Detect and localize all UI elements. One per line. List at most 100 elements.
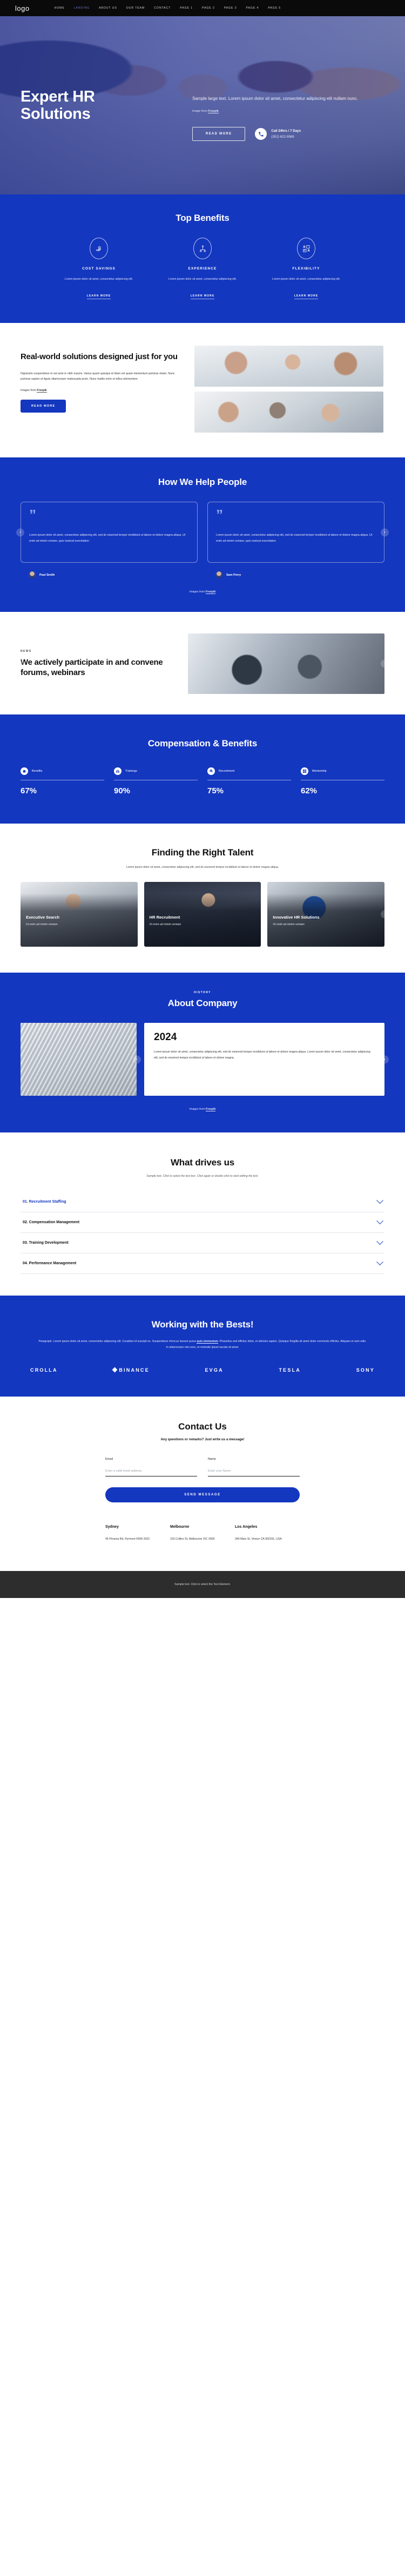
benefits-row: COST SAVINGS Lorem ipsum dolor sit amet,… [21,238,384,299]
talent-card[interactable]: HR Recruitment Ut enim ad minim veniam [144,882,261,947]
stat-value: 67% [21,786,37,795]
real-world-credit-link[interactable]: Freepik [37,388,47,393]
benefit-card-flexibility: FLEXIBILITY Lorem ipsum dolor sit amet, … [266,238,347,299]
testimonials-title: How We Help People [158,476,247,487]
what-drives-us-section: What drives us Sample text. Click to sel… [0,1132,405,1296]
testimonials-prev-button[interactable]: ‹ [16,528,24,537]
accordion-item-performance-management[interactable]: 04. Performance Management [21,1253,384,1274]
testimonials-credit: Images from Freepik [21,590,384,595]
benefit-card-cost-savings: COST SAVINGS Lorem ipsum dolor sit amet,… [58,238,139,299]
stat-label: Recruitment [219,770,235,773]
testimonial-quote: Lorem ipsum dolor sit amet, consectetur … [216,533,373,543]
nav-link-home[interactable]: HOME [55,6,65,10]
forums-next-button[interactable]: › [381,659,389,668]
talent-card-shade [144,882,261,947]
talent-section: Finding the Right Talent Lorem ipsum dol… [0,823,405,973]
nav-link-page-1[interactable]: PAGE 1 [180,6,193,10]
site-logo[interactable]: logo [15,4,30,12]
real-world-credit: Images from Freepik [21,388,183,393]
testimonial-authors: Paul Smith Sam Perry [21,571,384,579]
accordion-item-recruitment-staffing[interactable]: 01. Recruitment Staffing [21,1192,384,1213]
accordion-item-compensation-management[interactable]: 02. Compensation Management [21,1212,384,1233]
group-icon [114,767,122,776]
talent-card-title: Executive Search [26,915,60,920]
benefit-learn-more-link[interactable]: LEARN MORE [86,294,111,299]
accordion-subtitle: Sample text. Click to select the text bo… [146,1175,259,1178]
stat-label: Mentorship [312,770,327,773]
nav-link-page-5[interactable]: PAGE 5 [268,6,281,10]
nav-link-page-4[interactable]: PAGE 4 [246,6,259,10]
search-person-icon [207,767,215,776]
forums-photo [188,633,384,694]
hero-call-box[interactable]: Call 24hrs / 7 Days (352) 622-9969 [255,128,301,140]
hero-read-more-button[interactable]: READ MORE [192,127,246,141]
talent-card[interactable]: Innovative HR Solutions Ut enim ad minim… [267,882,385,947]
office-city: Sydney [105,1525,119,1529]
real-world-read-more-button[interactable]: READ MORE [21,399,66,413]
brands-paragraph-link[interactable]: quis elementum [197,1340,218,1344]
hero-credit-link[interactable]: Freepik [208,110,219,114]
accordion-item-label: 03. Training Development [23,1241,69,1245]
brand-logo-sony: SONY [356,1367,375,1373]
footer: Sample text. Click to select the Text El… [0,1571,405,1599]
accordion-item-training-development[interactable]: 03. Training Development [21,1233,384,1254]
hero-right-column: Sample large text. Lorem ipsum dolor sit… [192,88,370,141]
real-world-title: Real-world solutions designed just for y… [21,352,178,361]
nav-link-our-team[interactable]: OUR TEAM [126,6,145,10]
nav-link-page-2[interactable]: PAGE 2 [202,6,215,10]
real-world-credit-prefix: Images from [21,388,37,392]
nav-link-contact[interactable]: CONTACT [154,6,171,10]
about-prev-button[interactable]: ‹ [133,1055,141,1064]
hero-credit-prefix: Image from [192,110,208,113]
office-city: Melbourne [170,1525,190,1529]
benefit-title: FLEXIBILITY [292,267,320,271]
name-label: Name [208,1457,216,1461]
nav-link-about-us[interactable]: ABOUT US [99,6,117,10]
about-next-button[interactable]: › [381,1055,389,1064]
about-credit: Images from Freepik [21,1108,384,1112]
about-title: About Company [167,998,238,1009]
contact-subtitle: Any questions or remarks? Just write us … [160,1437,245,1441]
benefit-desc: Lorem ipsum dolor sit amet, consectetur … [64,278,133,281]
stat-mentorship: Mentorship 62% [301,767,384,795]
testimonial-card: ” Lorem ipsum dolor sit amet, consectetu… [21,501,198,563]
top-navigation-bar: logo HOME LANDING ABOUT US OUR TEAM CONT… [0,0,405,16]
testimonial-cards: ‹ ” Lorem ipsum dolor sit amet, consecte… [16,501,389,563]
hero-title-line-2: Solutions [21,105,91,123]
benefit-title: EXPERIENCE [188,267,217,271]
talent-card[interactable]: Executive Search Ut enim ad minim veniam [21,882,138,947]
phone-icon [255,128,267,140]
talent-next-button[interactable]: › [381,910,389,919]
hero-title: Expert HR Solutions [21,88,183,123]
about-eyebrow: HISTORY [194,991,211,995]
about-credit-link[interactable]: Freepik [205,1108,216,1112]
testimonial-quote: Lorem ipsum dolor sit amet, consectetur … [29,533,186,543]
nav-link-page-3[interactable]: PAGE 3 [224,6,237,10]
benefit-learn-more-link[interactable]: LEARN MORE [294,294,319,299]
chevron-down-icon [376,1238,383,1245]
send-message-button[interactable]: SEND MESSAGE [105,1487,300,1502]
footer-text: Sample text. Click to select the Text El… [174,1583,231,1587]
office-city: Los Angeles [235,1525,258,1529]
hero-content: Expert HR Solutions Sample large text. L… [0,16,405,194]
talent-card-title: Innovative HR Solutions [273,915,320,920]
testimonials-next-button[interactable]: › [381,528,389,537]
email-field[interactable] [105,1467,197,1476]
brands-paragraph: Paragraph. Lorem ipsum dolor sit amet, c… [38,1339,367,1350]
call-number[interactable]: (352) 622-9969 [271,135,301,139]
office-locations: Sydney 45 Pirrama Rd, Pyrmont NSW 2022 M… [105,1525,300,1542]
nav-link-landing[interactable]: LANDING [74,6,90,10]
money-hand-icon [90,238,108,259]
about-photo [21,1023,137,1096]
about-year: 2024 [154,1031,177,1043]
brand-logo-binance: BINANCE [112,1367,149,1373]
testimonial-author-name: Paul Smith [39,573,55,577]
forums-prev-button[interactable]: ‹ [16,659,24,668]
testimonials-credit-link[interactable]: Freepik [205,590,216,595]
benefit-learn-more-link[interactable]: LEARN MORE [190,294,215,299]
name-field[interactable] [208,1467,300,1476]
briefcase-icon [21,767,28,776]
benefit-title: COST SAVINGS [82,267,116,271]
real-world-photo-2 [194,391,383,433]
org-chart-icon [193,238,212,259]
